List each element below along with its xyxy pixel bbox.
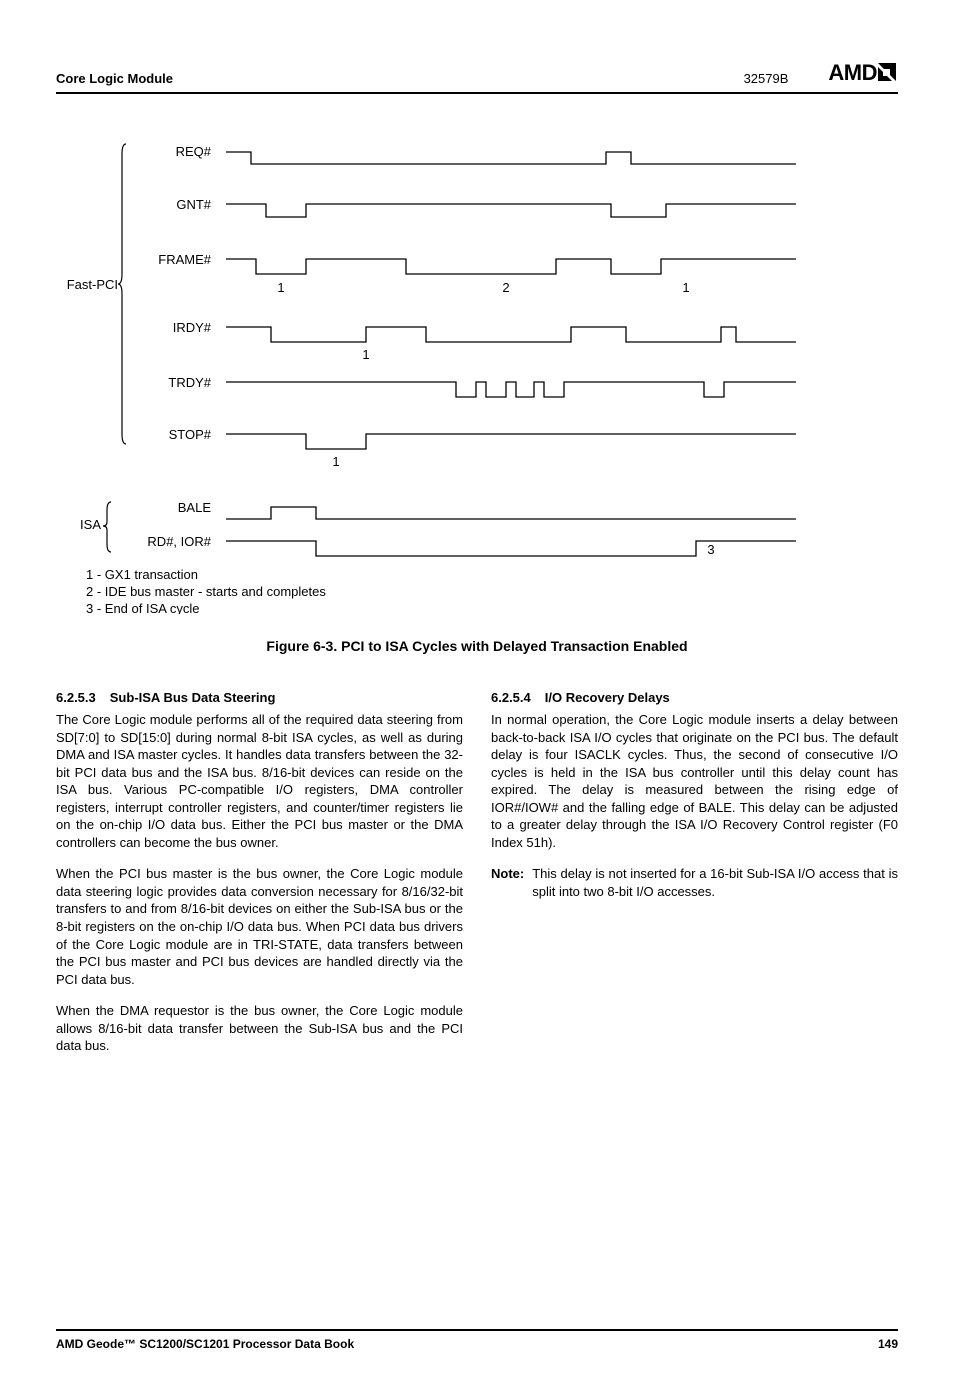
page-footer: AMD Geode™ SC1200/SC1201 Processor Data … xyxy=(56,1329,898,1351)
note-label: Note: xyxy=(491,865,524,900)
wave-frame xyxy=(226,259,796,274)
amd-logo-text: AMD xyxy=(828,60,877,85)
stop-num-1: 1 xyxy=(332,454,339,469)
right-sec-num: 6.2.5.4 xyxy=(491,690,531,705)
wave-req xyxy=(226,152,796,164)
left-column: 6.2.5.3 Sub-ISA Bus Data Steering The Cor… xyxy=(56,690,463,1069)
group-fastpci-label: Fast-PCI xyxy=(67,277,118,292)
sig-frame-label: FRAME# xyxy=(158,252,212,267)
frame-num-2: 2 xyxy=(502,280,509,295)
note-text: This delay is not inserted for a 16-bit … xyxy=(532,865,898,900)
note-block: Note: This delay is not inserted for a 1… xyxy=(491,865,898,900)
rd-num-3: 3 xyxy=(707,542,714,557)
frame-num-1: 1 xyxy=(277,280,284,295)
diagram-note-2: 2 - IDE bus master - starts and complete… xyxy=(86,584,326,599)
diagram-note-3: 3 - End of ISA cycle xyxy=(86,601,199,614)
wave-gnt xyxy=(226,204,796,217)
footer-page-num: 149 xyxy=(878,1337,898,1351)
figure-caption: Figure 6-3. PCI to ISA Cycles with Delay… xyxy=(56,638,898,654)
left-para-2: When the PCI bus master is the bus owner… xyxy=(56,865,463,988)
page-header: Core Logic Module 32579B AMD xyxy=(56,60,898,94)
right-sec-title: I/O Recovery Delays xyxy=(545,690,670,705)
timing-diagram: Fast-PCI ISA REQ# GNT# FRAME# IRDY# TRDY… xyxy=(56,134,898,614)
left-para-1: The Core Logic module performs all of th… xyxy=(56,711,463,851)
footer-left: AMD Geode™ SC1200/SC1201 Processor Data … xyxy=(56,1337,354,1351)
sig-stop-label: STOP# xyxy=(169,427,212,442)
frame-num-3: 1 xyxy=(682,280,689,295)
left-para-3: When the DMA requestor is the bus owner,… xyxy=(56,1002,463,1055)
header-title: Core Logic Module xyxy=(56,71,173,86)
sig-trdy-label: TRDY# xyxy=(168,375,211,390)
wave-stop xyxy=(226,434,796,449)
diagram-note-1: 1 - GX1 transaction xyxy=(86,567,198,582)
right-sec-heading: 6.2.5.4 I/O Recovery Delays xyxy=(491,690,898,705)
wave-irdy xyxy=(226,327,796,342)
wave-bale xyxy=(226,507,796,519)
sig-req-label: REQ# xyxy=(176,144,212,159)
header-right: 32579B AMD xyxy=(744,60,898,86)
text-columns: 6.2.5.3 Sub-ISA Bus Data Steering The Cor… xyxy=(56,690,898,1069)
left-sec-title: Sub-ISA Bus Data Steering xyxy=(110,690,276,705)
left-sec-heading: 6.2.5.3 Sub-ISA Bus Data Steering xyxy=(56,690,463,705)
sig-gnt-label: GNT# xyxy=(176,197,211,212)
sig-bale-label: BALE xyxy=(178,500,212,515)
wave-trdy xyxy=(226,382,796,397)
right-para-1: In normal operation, the Core Logic modu… xyxy=(491,711,898,851)
irdy-num-1: 1 xyxy=(362,347,369,362)
group-isa-label: ISA xyxy=(80,517,101,532)
left-sec-num: 6.2.5.3 xyxy=(56,690,96,705)
sig-irdy-label: IRDY# xyxy=(173,320,212,335)
sig-rdior-label: RD#, IOR# xyxy=(147,534,211,549)
doc-number: 32579B xyxy=(744,71,789,86)
page: Core Logic Module 32579B AMD Fast-PCI IS… xyxy=(0,0,954,1391)
right-column: 6.2.5.4 I/O Recovery Delays In normal ope… xyxy=(491,690,898,1069)
amd-logo: AMD xyxy=(828,60,898,86)
amd-arrow-icon xyxy=(878,63,898,81)
